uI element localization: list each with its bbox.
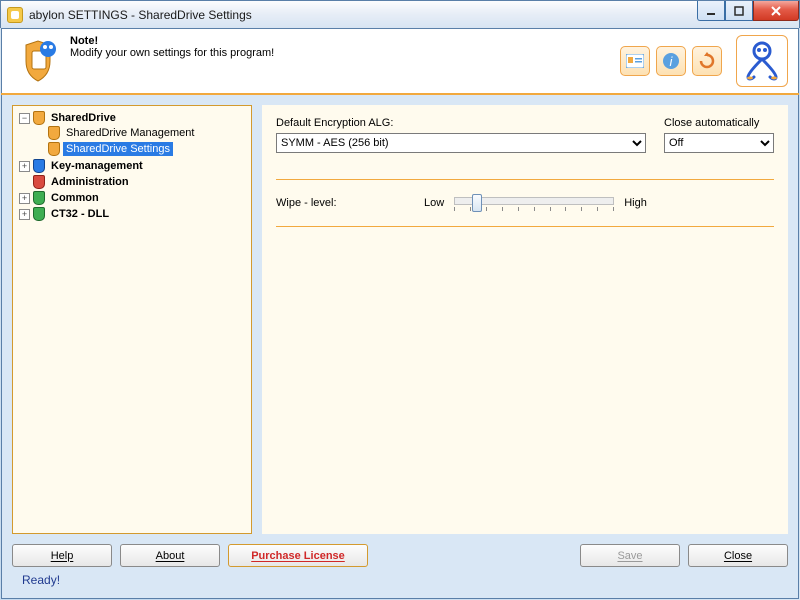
tree-expand-icon[interactable]: +: [19, 209, 30, 220]
tree-item-ct32-dll[interactable]: + CT32 - DLL: [19, 207, 249, 221]
tree-label: Administration: [48, 175, 132, 189]
encryption-select[interactable]: SYMM - AES (256 bit): [276, 133, 646, 153]
tree-label: SharedDrive Management: [63, 126, 197, 140]
tree-expand-icon[interactable]: +: [19, 161, 30, 172]
nav-tree[interactable]: − SharedDrive SharedDrive Management Sha…: [12, 105, 252, 534]
close-window-button[interactable]: [753, 1, 799, 21]
tree-collapse-icon[interactable]: −: [19, 113, 30, 124]
titlebar: abylon SETTINGS - SharedDrive Settings: [0, 0, 800, 28]
close-auto-select[interactable]: Off: [664, 133, 774, 153]
window-title: abylon SETTINGS - SharedDrive Settings: [29, 8, 252, 22]
close-auto-label: Close automatically: [664, 117, 774, 129]
close-button[interactable]: Close: [688, 544, 788, 567]
tree-label: SharedDrive Settings: [63, 142, 173, 156]
tree-item-shareddrive-management[interactable]: SharedDrive Management: [47, 126, 249, 140]
shield-icon: [32, 111, 46, 125]
encryption-label: Default Encryption ALG:: [276, 117, 646, 129]
shield-icon: [47, 126, 61, 140]
settings-panel: Default Encryption ALG: SYMM - AES (256 …: [262, 105, 788, 534]
tree-expand-icon[interactable]: +: [19, 193, 30, 204]
shield-icon: [47, 142, 61, 156]
tree-label: Common: [48, 191, 102, 205]
note-text: Modify your own settings for this progra…: [70, 47, 274, 59]
brand-logo-icon: [736, 35, 788, 87]
app-icon: [7, 7, 23, 23]
shield-icon: [32, 159, 46, 173]
app-logo-icon: [12, 35, 64, 87]
status-bar: Ready!: [12, 567, 788, 587]
shield-icon: [32, 175, 46, 189]
tree-item-administration[interactable]: Administration: [19, 175, 249, 189]
wipe-level-row: Wipe - level: Low High: [276, 194, 774, 212]
shield-icon: [32, 191, 46, 205]
tree-item-common[interactable]: + Common: [19, 191, 249, 205]
info-icon[interactable]: i: [656, 46, 686, 76]
purchase-license-button[interactable]: Purchase License: [228, 544, 368, 567]
tree-item-shareddrive[interactable]: − SharedDrive: [19, 111, 249, 125]
section-separator: [276, 179, 774, 180]
about-button[interactable]: About: [120, 544, 220, 567]
footer-buttons: Help About Purchase License Save Close: [12, 534, 788, 567]
shield-icon: [32, 207, 46, 221]
header-toolbar: i: [620, 35, 788, 87]
maximize-button[interactable]: [725, 1, 753, 21]
wipe-slider[interactable]: [454, 194, 614, 212]
tree-label: Key-management: [48, 159, 146, 173]
minimize-button[interactable]: [697, 1, 725, 21]
header: Note! Modify your own settings for this …: [1, 28, 799, 93]
tree-item-key-management[interactable]: + Key-management: [19, 159, 249, 173]
slider-thumb[interactable]: [472, 194, 482, 212]
refresh-icon[interactable]: [692, 46, 722, 76]
wipe-high-label: High: [624, 197, 647, 209]
wipe-low-label: Low: [424, 197, 444, 209]
wipe-label: Wipe - level:: [276, 197, 406, 209]
help-button[interactable]: Help: [12, 544, 112, 567]
note-title: Note!: [70, 35, 274, 47]
tree-item-shareddrive-settings[interactable]: SharedDrive Settings: [47, 142, 249, 156]
window-buttons: [697, 1, 799, 21]
save-button[interactable]: Save: [580, 544, 680, 567]
section-separator: [276, 226, 774, 227]
tree-label: SharedDrive: [48, 111, 119, 125]
id-card-icon[interactable]: [620, 46, 650, 76]
header-note: Note! Modify your own settings for this …: [70, 35, 274, 59]
main-area: − SharedDrive SharedDrive Management Sha…: [1, 95, 799, 599]
tree-label: CT32 - DLL: [48, 207, 112, 221]
